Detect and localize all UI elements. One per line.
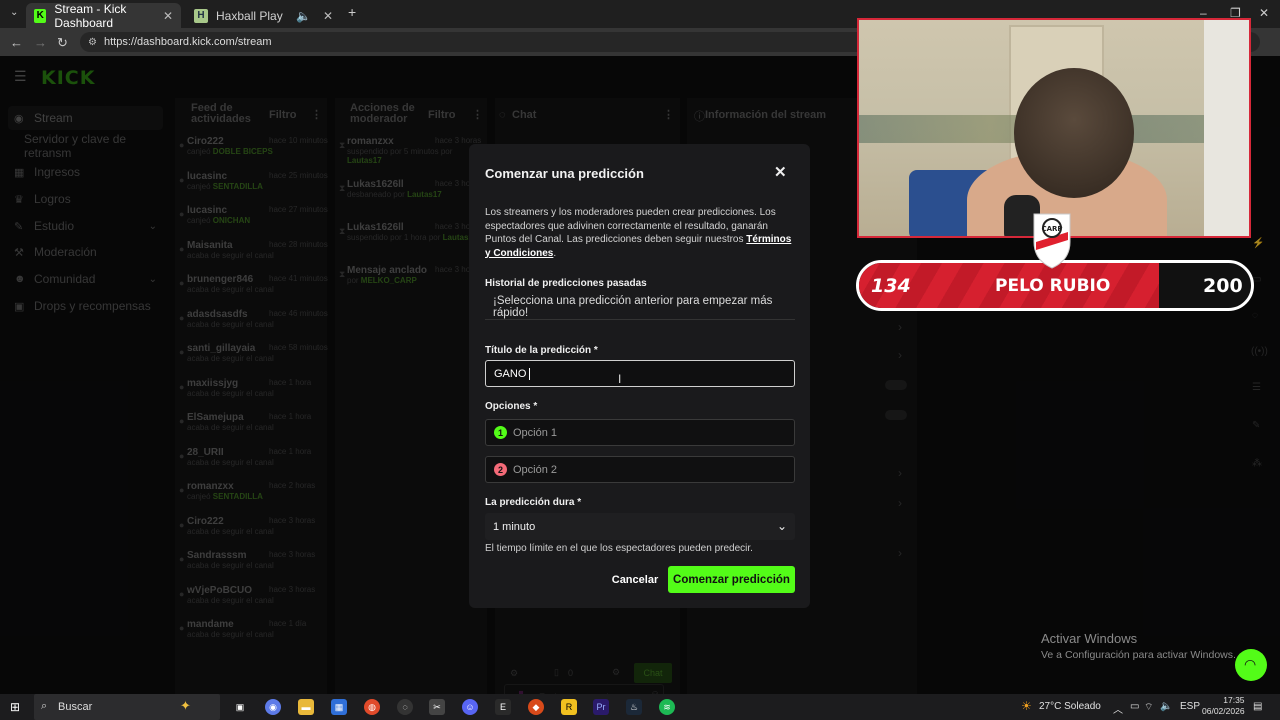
tab-list-icon[interactable]: ⌄	[10, 7, 18, 18]
reload-icon[interactable]: ↻	[57, 35, 68, 51]
options-label: Opciones *	[485, 401, 538, 412]
premiere-icon[interactable]: Pr	[593, 699, 609, 715]
text-caret	[529, 367, 531, 380]
chevron-down-icon: ⌄	[776, 519, 787, 533]
windows-start-icon[interactable]: ⊞	[10, 700, 20, 714]
obs-icon[interactable]: ◌	[397, 699, 413, 715]
webcam-window	[1204, 20, 1249, 236]
taskbar-clock[interactable]: 17:35 06/02/2026	[1202, 695, 1245, 717]
duration-value: 1 minuto	[493, 520, 536, 533]
history-selector[interactable]: ¡Selecciona una predicción anterior para…	[485, 294, 795, 320]
history-label: Historial de predicciones pasadas	[485, 278, 647, 289]
spotify-icon[interactable]: ≋	[659, 699, 675, 715]
duration-label: La predicción dura *	[485, 497, 582, 508]
speaker-icon[interactable]: 🔈	[296, 9, 311, 23]
option-1-placeholder: Opción 1	[513, 426, 558, 439]
cancel-button[interactable]: Cancelar	[609, 567, 661, 593]
windows-taskbar: ⊞ ⌕ Buscar ✦ ▣ ◉ ▬ ▦ ◍ ◌ ✂ ☺ E ◆ R Pr ♨ …	[0, 694, 1280, 720]
close-icon[interactable]: ✕	[774, 163, 787, 181]
weather-icon: ☀	[1021, 699, 1032, 713]
site-info-icon[interactable]: ⚙	[88, 37, 97, 48]
description-text: Los streamers y los moderadores pueden c…	[485, 207, 776, 245]
clock-date: 06/02/2026	[1202, 706, 1245, 716]
river-plate-crest-icon: CARP	[1033, 213, 1071, 269]
store-icon[interactable]: ▦	[331, 699, 347, 715]
activate-windows-watermark: Activar Windows Ve a Configuración para …	[1041, 631, 1236, 661]
steam-icon[interactable]: ♨	[626, 699, 642, 715]
language-indicator[interactable]: ESP	[1180, 701, 1200, 712]
copilot-icon[interactable]: ◉	[265, 699, 281, 715]
clock-time: 17:35	[1223, 695, 1245, 705]
taskbar-search[interactable]: ⌕ Buscar ✦	[34, 694, 220, 720]
title-label: Título de la predicción *	[485, 345, 598, 356]
close-tab-icon[interactable]: ✕	[163, 9, 173, 23]
title-value: GANO	[494, 367, 527, 380]
search-icon: ⌕	[41, 700, 48, 712]
brave-icon[interactable]: ◆	[528, 699, 544, 715]
option-2-input[interactable]: 2 Opción 2	[485, 456, 795, 483]
score-name: PELO RUBIO	[995, 276, 1111, 296]
chrome-icon[interactable]: ◍	[364, 699, 380, 715]
search-highlight-icon: ✦	[180, 698, 191, 713]
volume-icon[interactable]: 🔈	[1160, 701, 1172, 712]
prediction-title-input[interactable]: GANO	[485, 360, 795, 387]
start-prediction-button[interactable]: Comenzar predicción	[668, 566, 795, 593]
haxball-favicon-icon: H	[194, 8, 208, 23]
option-1-badge: 1	[494, 426, 507, 439]
wifi-icon[interactable]: ⌔	[1144, 701, 1153, 714]
prediction-modal: Comenzar una predicción ✕ Los streamers …	[469, 144, 810, 608]
url-text: https://dashboard.kick.com/stream	[104, 36, 272, 48]
tray-overflow-icon[interactable]: ︿	[1113, 701, 1123, 716]
option-1-input[interactable]: 1 Opción 1	[485, 419, 795, 446]
crest-letters: CARP	[1041, 225, 1062, 233]
new-tab-icon[interactable]: +	[348, 4, 356, 20]
option-2-placeholder: Opción 2	[513, 463, 558, 476]
close-tab-icon[interactable]: ✕	[323, 9, 333, 23]
back-icon[interactable]: ←	[10, 35, 23, 50]
discord-icon[interactable]: ☺	[462, 699, 478, 715]
file-explorer-icon[interactable]: ▬	[298, 699, 314, 715]
activate-subtitle: Ve a Configuración para activar Windows.	[1041, 649, 1236, 661]
weather-text[interactable]: 27°C Soleado	[1039, 701, 1101, 712]
duration-select[interactable]: 1 minuto ⌄	[485, 513, 795, 540]
kick-favicon-icon: K	[34, 8, 47, 23]
modal-title: Comenzar una predicción	[485, 166, 644, 181]
history-placeholder: ¡Selecciona una predicción anterior para…	[493, 294, 773, 319]
tray-app-icon[interactable]: ▭	[1130, 701, 1139, 712]
rockstar-icon[interactable]: R	[561, 699, 577, 715]
close-window-icon[interactable]: ✕	[1259, 6, 1269, 20]
duration-hint: El tiempo límite en el que los espectado…	[485, 543, 753, 554]
tab-label: Stream - Kick Dashboard	[54, 1, 127, 30]
score-right: 200	[1203, 275, 1243, 297]
tab-haxball[interactable]: H Haxball Play 🔈 ✕	[186, 3, 341, 28]
capcut-icon[interactable]: ✂	[429, 699, 445, 715]
webcam-overlay	[857, 18, 1251, 238]
epic-games-icon[interactable]: E	[495, 699, 511, 715]
forward-icon[interactable]: →	[34, 35, 47, 50]
activate-title: Activar Windows	[1041, 631, 1138, 646]
description-suffix: .	[553, 247, 557, 259]
notification-icon[interactable]: ▤	[1253, 701, 1262, 712]
search-label: Buscar	[58, 701, 93, 713]
webcam-person-head	[1014, 68, 1134, 198]
option-2-badge: 2	[494, 463, 507, 476]
text-cursor-icon: I	[618, 372, 622, 386]
tab-kick-dashboard[interactable]: K Stream - Kick Dashboard ✕	[26, 1, 181, 30]
score-left: 134	[871, 275, 911, 297]
help-chat-button[interactable]: ◠	[1235, 649, 1267, 681]
support-icon: ◠	[1244, 656, 1257, 672]
modal-description: Los streamers y los moderadores pueden c…	[485, 206, 795, 260]
task-view-icon[interactable]: ▣	[232, 699, 248, 715]
tab-label: Haxball Play	[216, 8, 283, 23]
